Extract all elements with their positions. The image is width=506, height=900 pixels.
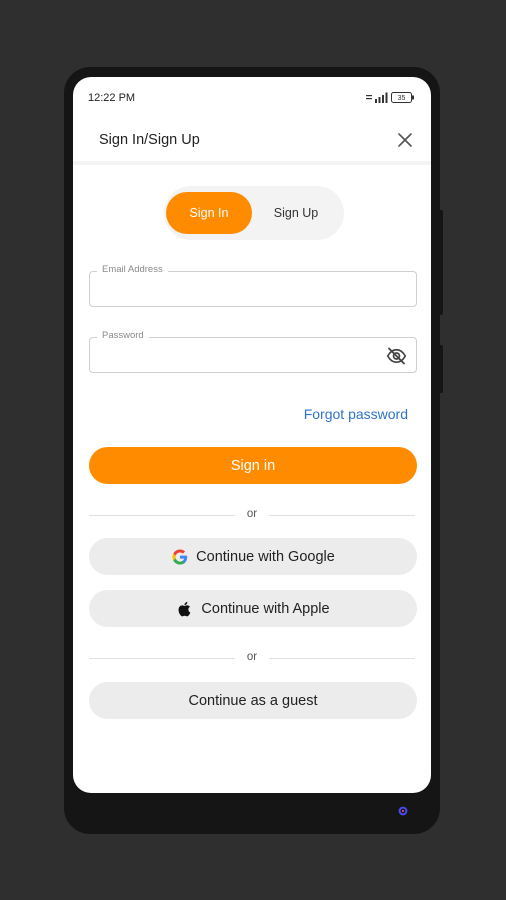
nav-assistant-icon[interactable] <box>398 806 408 816</box>
header-bar: Sign In/Sign Up <box>73 119 431 165</box>
auth-tab-switcher: Sign In Sign Up <box>164 186 344 240</box>
battery-icon: 35 <box>391 91 414 103</box>
apple-button-label: Continue with Apple <box>201 600 330 617</box>
google-icon <box>172 549 188 564</box>
sign-in-button[interactable]: Sign in <box>89 447 417 484</box>
email-field-box: Email Address <box>89 264 417 307</box>
close-button[interactable] <box>395 130 415 150</box>
apple-icon <box>178 601 191 616</box>
status-time: 12:22 PM <box>88 92 136 104</box>
password-field-box: Password <box>89 330 417 373</box>
email-input[interactable] <box>100 280 370 300</box>
status-icons: 35 <box>366 91 415 103</box>
divider-text: or <box>246 651 258 663</box>
google-button-label: Continue with Google <box>196 548 335 565</box>
continue-with-apple-button[interactable]: Continue with Apple <box>89 590 417 627</box>
password-label: Password <box>97 330 149 341</box>
app-screen: 12:22 PM 35 Sign In/Sign Up Sign In Sign… <box>73 77 431 793</box>
forgot-password-link[interactable]: Forgot password <box>304 406 408 422</box>
password-visibility-toggle[interactable] <box>386 346 407 366</box>
divider-line <box>269 515 415 516</box>
divider-line <box>269 658 415 659</box>
signal-icon <box>366 92 388 103</box>
status-bar: 12:22 PM 35 <box>73 77 431 117</box>
eye-off-icon <box>386 347 407 365</box>
close-icon <box>398 133 412 147</box>
page-title: Sign In/Sign Up <box>99 132 200 148</box>
continue-as-guest-button[interactable]: Continue as a guest <box>89 682 417 719</box>
continue-with-google-button[interactable]: Continue with Google <box>89 538 417 575</box>
divider-text: or <box>246 508 258 520</box>
or-divider: or <box>89 651 415 664</box>
battery-level: 35 <box>398 95 406 102</box>
password-input[interactable] <box>100 346 370 366</box>
tab-sign-up[interactable]: Sign Up <box>254 192 338 234</box>
volume-button <box>438 210 443 315</box>
power-button <box>438 345 443 393</box>
email-label: Email Address <box>97 264 168 275</box>
or-divider: or <box>89 508 415 521</box>
tab-sign-in[interactable]: Sign In <box>166 192 252 234</box>
